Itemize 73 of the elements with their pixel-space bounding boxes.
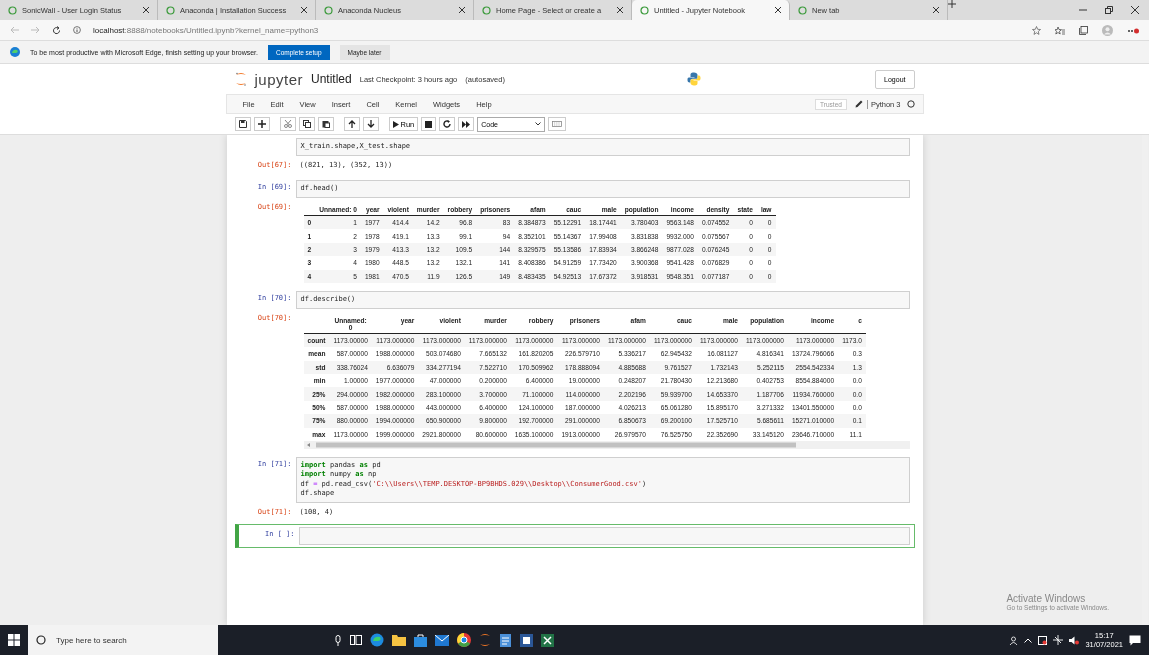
person-icon[interactable] [1009, 635, 1019, 645]
close-icon[interactable] [459, 7, 465, 13]
play-icon [392, 120, 399, 128]
close-icon[interactable] [933, 7, 939, 13]
tab-favicon-icon [798, 5, 807, 15]
edge-browser-icon[interactable] [370, 633, 384, 647]
tab-favicon-icon [8, 5, 17, 15]
excel-sheet-icon[interactable] [541, 633, 554, 647]
save-button[interactable] [234, 117, 251, 131]
task-view-icon[interactable] [350, 635, 362, 645]
favorite-star-icon[interactable] [1032, 25, 1041, 35]
mail-envelope-icon[interactable] [435, 634, 449, 646]
insert-cell-button[interactable] [253, 117, 270, 131]
copy-icon [302, 120, 311, 128]
restart-icon [443, 120, 452, 128]
tab-favicon-icon [640, 5, 649, 15]
move-up-button[interactable] [343, 117, 360, 131]
store-bag-icon[interactable] [414, 633, 427, 647]
speaker-icon[interactable] [1069, 635, 1080, 645]
edge-logo-icon [10, 47, 20, 57]
stop-button[interactable] [421, 117, 437, 131]
chrome-browser-icon[interactable] [457, 633, 471, 647]
folder-icon[interactable] [392, 634, 406, 646]
taskbar-search-field[interactable]: Type here to search [54, 634, 198, 646]
stop-icon [425, 120, 433, 128]
restore-icon[interactable] [1105, 6, 1113, 14]
run-all-button[interactable] [458, 117, 475, 131]
fast-forward-icon [462, 120, 471, 128]
notepad-icon[interactable] [499, 633, 512, 647]
windows-start-icon[interactable] [8, 634, 20, 646]
tab-favicon-icon [166, 5, 175, 15]
tab-favicon-icon [482, 5, 491, 15]
code-input[interactable] [298, 526, 910, 545]
search-icon [36, 635, 46, 645]
activation-title: Activate Windows [1006, 593, 1087, 604]
tab-favicon-icon [324, 5, 333, 15]
arrow-down-icon [366, 120, 375, 128]
taskbar-search-box[interactable]: Type here to search [28, 625, 218, 655]
move-down-button[interactable] [362, 117, 379, 131]
horizontal-scrollbar[interactable] [303, 440, 910, 449]
chevron-down-icon [535, 122, 542, 126]
plus-icon [257, 120, 266, 128]
close-icon[interactable] [143, 7, 149, 13]
kernel-idle-icon [906, 100, 915, 108]
word-document-icon[interactable] [520, 633, 533, 647]
close-icon[interactable] [301, 7, 307, 13]
new-tab-icon[interactable] [948, 0, 956, 8]
more-icon[interactable] [1127, 26, 1139, 34]
jupyter-logo-text: jupyter [254, 70, 304, 88]
notifications-icon[interactable] [1129, 634, 1141, 646]
minimize-icon[interactable] [1079, 6, 1087, 14]
close-icon[interactable] [617, 7, 623, 13]
arrow-up-icon [347, 120, 356, 128]
favorites-icon[interactable] [1055, 25, 1065, 35]
info-icon [73, 26, 81, 34]
command-palette-button[interactable] [548, 117, 567, 131]
restart-button[interactable] [439, 117, 456, 131]
microphone-icon[interactable] [334, 634, 342, 646]
paste-button[interactable] [317, 117, 334, 131]
jupyter-logo-icon [234, 72, 247, 86]
close-icon[interactable] [1131, 6, 1139, 14]
clipboard-icon [321, 120, 330, 128]
copy-button[interactable] [298, 117, 315, 131]
python-logo-icon [687, 72, 701, 86]
keyboard-icon [552, 121, 563, 127]
notebook-title[interactable]: Untitled [311, 72, 352, 86]
chevron-up-icon[interactable] [1024, 637, 1033, 643]
anaconda-ring-icon[interactable] [479, 633, 491, 647]
refresh-icon[interactable] [52, 25, 61, 35]
collections-icon[interactable] [1079, 25, 1088, 35]
close-icon[interactable] [775, 7, 781, 13]
scissors-icon [283, 120, 292, 128]
pencil-icon[interactable] [854, 100, 863, 108]
